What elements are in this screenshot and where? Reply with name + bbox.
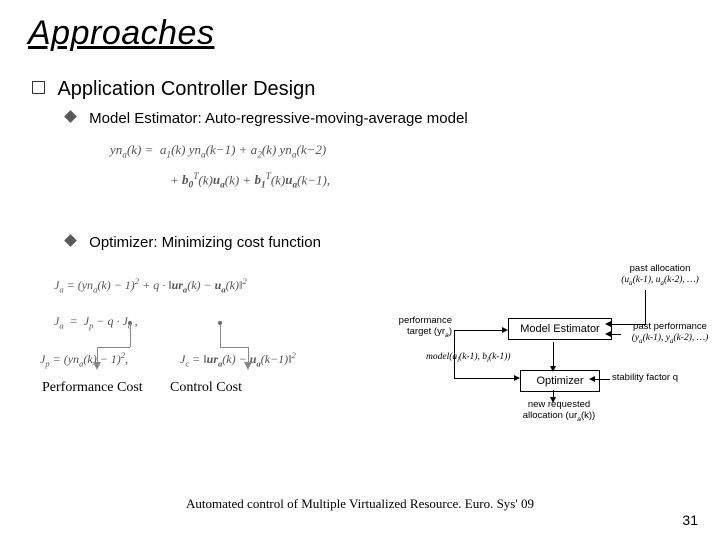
equation-jc: Jc = ‖ura(k) − ua(k−1)‖2 [180, 350, 296, 368]
section-heading: Application Controller Design [32, 78, 315, 101]
label-model-params: model(ai(k-1), bi(k-1)) [426, 352, 546, 365]
subheading-model-estimator: Model Estimator: Auto-regressive-moving-… [66, 110, 468, 127]
connector-line [130, 323, 131, 347]
equation-ja-split: Ja = Jp − q · Jc , [54, 314, 138, 330]
box-model-estimator: Model Estimator [508, 318, 612, 340]
square-bullet-icon [32, 81, 45, 94]
arrow-left-icon [589, 376, 595, 382]
page-number: 31 [682, 512, 698, 528]
subheading-optimizer: Optimizer: Minimizing cost function [66, 234, 321, 251]
diamond-bullet-icon [64, 234, 77, 247]
arrow-down-icon [550, 366, 556, 372]
controller-diagram: Model Estimator Optimizer past allocatio… [380, 260, 710, 430]
arrow-down-icon [550, 397, 556, 403]
section-heading-text: Application Controller Design [57, 78, 315, 100]
arrow-down-icon [93, 362, 101, 370]
arrow-right-icon [502, 327, 508, 333]
arrow-left-icon [605, 321, 611, 327]
equation-arma-2: + b0T(k)ua(k) + b1T(k)ua(k−1), [170, 172, 330, 191]
equation-arma-1: yna(k) = a1(k) yna(k−1) + a2(k) yna(k−2) [110, 142, 326, 161]
expr: (ua(k-1), ua(k-2), …) [621, 275, 699, 285]
label-past-allocation: past allocation (ua(k-1), ua(k-2), …) [610, 264, 710, 288]
connector-line [220, 347, 248, 348]
diagram-line [611, 324, 646, 325]
diagram-line [454, 330, 455, 379]
connector-line [220, 323, 221, 347]
diagram-line [645, 290, 646, 324]
subheading-text: Optimizer: Minimizing cost function [89, 234, 321, 251]
equation-cost-ja: Ja = (yna(k) − 1)2 + q · ‖ura(k) − ua(k)… [54, 276, 247, 294]
connector-line [97, 347, 130, 348]
label-stability-factor: stability factor q [612, 373, 704, 384]
diagram-line [594, 379, 610, 380]
slide-title: Approaches [28, 14, 214, 53]
connector-line [248, 347, 249, 363]
label-performance-target: performancetarget (yra) [380, 316, 452, 340]
diagram-line [454, 378, 518, 379]
footer-citation: Automated control of Multiple Virtualize… [0, 496, 720, 512]
diagram-line [611, 334, 621, 335]
equation-jp: Jp = (yna(k) − 1)2, [40, 350, 128, 368]
subheading-text: Model Estimator: Auto-regressive-moving-… [89, 110, 468, 127]
diamond-bullet-icon [64, 110, 77, 123]
label-new-allocation: new requestedallocation (ura(k)) [494, 400, 624, 424]
arrow-down-icon [244, 362, 252, 370]
label-performance-cost: Performance Cost [42, 380, 143, 396]
box-optimizer: Optimizer [520, 370, 600, 392]
diagram-line [454, 330, 506, 331]
connector-line [97, 347, 98, 363]
arrow-left-icon [605, 331, 611, 337]
label-past-performance: past performance (ya(k-1), ya(k-2), …) [620, 322, 720, 346]
arrow-right-icon [514, 375, 520, 381]
label-control-cost: Control Cost [170, 380, 242, 396]
expr: (ya(k-1), ya(k-2), …) [632, 333, 709, 343]
text: past allocation [630, 263, 691, 274]
